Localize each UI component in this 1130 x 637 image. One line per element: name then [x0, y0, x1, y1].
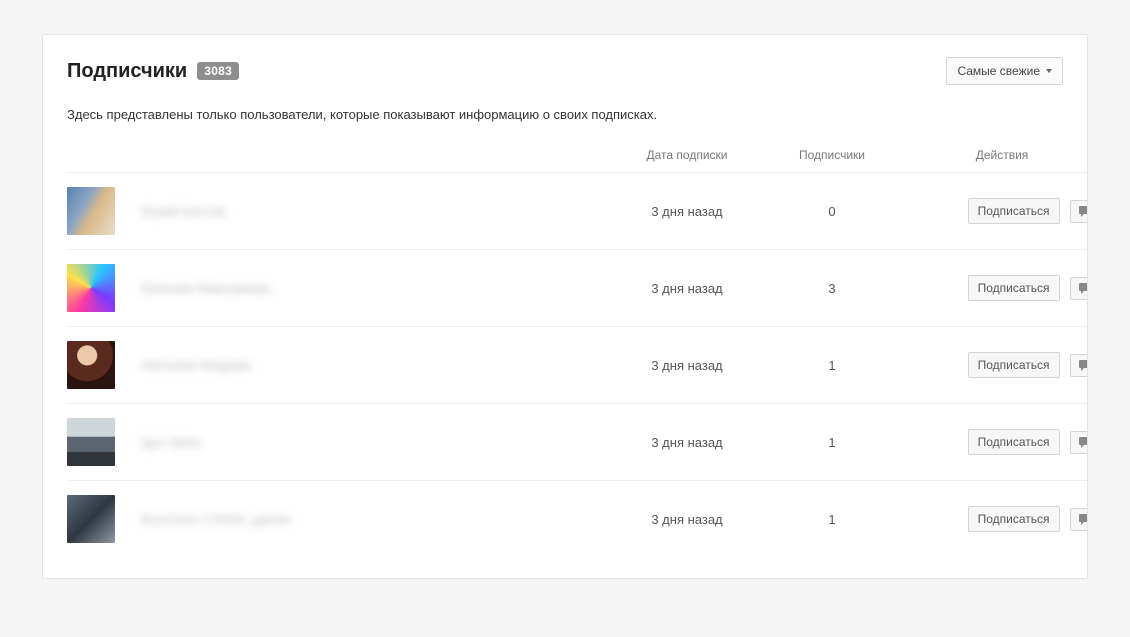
- subscribe-button[interactable]: Подписаться: [968, 429, 1060, 455]
- chat-icon: [1079, 437, 1088, 448]
- chat-icon: [1079, 206, 1088, 217]
- subscribe-button[interactable]: Подписаться: [968, 198, 1060, 224]
- subscriber-count: 1: [767, 404, 897, 481]
- subscribe-date: 3 дня назад: [607, 327, 767, 404]
- table-row: Igor Sirbu 3 дня назад 1 Подписаться: [67, 404, 1088, 481]
- avatar[interactable]: [67, 264, 115, 312]
- avatar[interactable]: [67, 341, 115, 389]
- subscribe-date: 3 дня назад: [607, 250, 767, 327]
- user-name[interactable]: Евгения Максимова: [141, 280, 271, 296]
- user-name[interactable]: Наталия Медова: [141, 357, 250, 373]
- col-actions: Действия: [897, 136, 1088, 173]
- subscriber-count: 0: [767, 173, 897, 250]
- table-row: Bunchies CANAL gamer 3 дня назад 1 Подпи…: [67, 481, 1088, 558]
- subscribe-button[interactable]: Подписаться: [968, 352, 1060, 378]
- sort-dropdown[interactable]: Самые свежие: [946, 57, 1063, 85]
- chat-icon: [1079, 514, 1088, 525]
- subscribers-table: Дата подписки Подписчики Действия Юрий К…: [67, 136, 1088, 557]
- col-user: [67, 136, 607, 173]
- subscribe-date: 3 дня назад: [607, 481, 767, 558]
- message-button[interactable]: [1070, 200, 1088, 223]
- user-name[interactable]: Igor Sirbu: [141, 434, 202, 450]
- user-name[interactable]: Bunchies CANAL gamer: [141, 511, 292, 527]
- subscribe-date: 3 дня назад: [607, 173, 767, 250]
- user-name[interactable]: Юрий Костик: [141, 203, 226, 219]
- subscriber-count: 1: [767, 481, 897, 558]
- caret-down-icon: [1046, 69, 1052, 73]
- subscribe-date: 3 дня назад: [607, 404, 767, 481]
- avatar[interactable]: [67, 418, 115, 466]
- description-text: Здесь представлены только пользователи, …: [67, 107, 1063, 122]
- message-button[interactable]: [1070, 508, 1088, 531]
- subscribers-panel: Подписчики 3083 Самые свежие Здесь предс…: [42, 34, 1088, 579]
- panel-header: Подписчики 3083 Самые свежие: [67, 57, 1063, 85]
- sort-label: Самые свежие: [957, 64, 1040, 78]
- avatar[interactable]: [67, 495, 115, 543]
- message-button[interactable]: [1070, 277, 1088, 300]
- subscribe-button[interactable]: Подписаться: [968, 275, 1060, 301]
- subscribers-count-badge: 3083: [197, 62, 239, 80]
- message-button[interactable]: [1070, 431, 1088, 454]
- page-title: Подписчики: [67, 60, 187, 83]
- subscriber-count: 1: [767, 327, 897, 404]
- col-date: Дата подписки: [607, 136, 767, 173]
- table-row: Юрий Костик 3 дня назад 0 Подписаться: [67, 173, 1088, 250]
- avatar[interactable]: [67, 187, 115, 235]
- table-row: Евгения Максимова 3 дня назад 3 Подписат…: [67, 250, 1088, 327]
- table-row: Наталия Медова 3 дня назад 1 Подписаться: [67, 327, 1088, 404]
- message-button[interactable]: [1070, 354, 1088, 377]
- chat-icon: [1079, 283, 1088, 294]
- subscriber-count: 3: [767, 250, 897, 327]
- subscribe-button[interactable]: Подписаться: [968, 506, 1060, 532]
- col-subscribers: Подписчики: [767, 136, 897, 173]
- chat-icon: [1079, 360, 1088, 371]
